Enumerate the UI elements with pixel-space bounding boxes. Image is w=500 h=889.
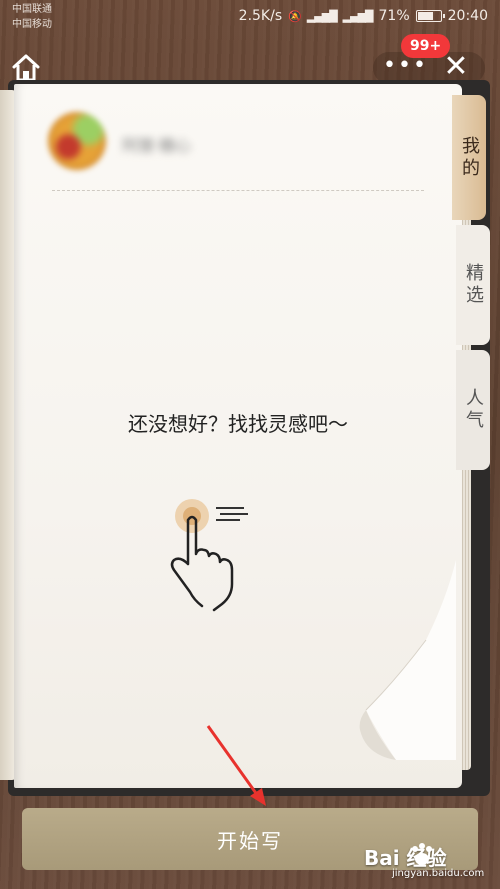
- carrier-1: 中国联通: [12, 4, 52, 15]
- arrow-annotation: [206, 725, 266, 806]
- tab-picks[interactable]: 精选: [456, 225, 490, 345]
- baidu-paw-icon: [412, 843, 432, 865]
- battery-percent: 71%: [378, 8, 410, 24]
- signal-icon: ▂▄▆█: [306, 9, 338, 23]
- mute-icon: 🔕: [288, 9, 302, 23]
- username: 阿狸·糖心: [122, 136, 192, 155]
- network-speed: 2.5K/s: [238, 8, 283, 24]
- status-indicators: 2.5K/s 🔕 ▂▄▆█ ▂▄▆█ 71% 20:40: [239, 8, 488, 24]
- clock: 20:40: [447, 8, 488, 24]
- battery-icon: [415, 10, 445, 22]
- carrier-info: 中国联通 中国移动: [12, 2, 52, 32]
- divider: [52, 190, 424, 191]
- status-bar: 中国联通 中国移动 2.5K/s 🔕 ▂▄▆█ ▂▄▆█ 71% 20:40: [0, 0, 500, 36]
- avatar[interactable]: [48, 112, 106, 170]
- notification-badge: 99+: [401, 34, 451, 58]
- tab-mine[interactable]: 我的: [452, 95, 486, 220]
- signal-icon-2: ▂▄▆█: [342, 9, 374, 23]
- swipe-hand-icon: [170, 499, 248, 612]
- watermark-url: jingyan.baidu.com: [392, 868, 485, 879]
- inspiration-prompt[interactable]: 还没想好？找找灵感吧～: [0, 408, 476, 437]
- carrier-2: 中国移动: [12, 19, 52, 30]
- page-curl: [359, 560, 456, 760]
